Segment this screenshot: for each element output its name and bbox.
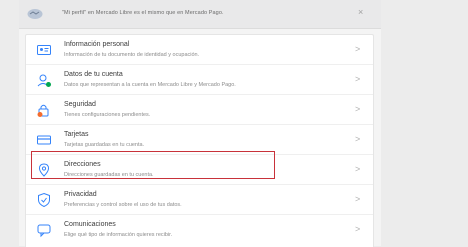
chat-bubble-icon: [37, 224, 51, 238]
profile-menu-card: Información personal Información de tu d…: [25, 34, 374, 247]
shield-icon: [38, 192, 50, 208]
chevron-right-icon: >: [355, 134, 361, 144]
menu-item-title: Tarjetas: [64, 131, 89, 138]
lock-icon: [37, 104, 49, 117]
menu-item-comunicaciones[interactable]: Comunicaciones Elige qué tipo de informa…: [26, 215, 373, 245]
direcciones-highlight-box: [31, 151, 275, 179]
chevron-right-icon: >: [355, 74, 361, 84]
account-data-icon: [37, 74, 51, 87]
banner-text: "Mi perfil" en Mercado Libre es el mismo…: [62, 10, 224, 16]
profile-notice-banner: "Mi perfil" en Mercado Libre es el mismo…: [19, 0, 381, 29]
credit-card-icon: [37, 135, 51, 145]
menu-item-informacion-personal[interactable]: Información personal Información de tu d…: [26, 35, 373, 65]
menu-item-datos-de-tu-cuenta[interactable]: Datos de tu cuenta Datos que representan…: [26, 65, 373, 95]
chevron-right-icon: >: [355, 224, 361, 234]
menu-item-description: Preferencias y control sobre el uso de t…: [64, 202, 182, 208]
chevron-right-icon: >: [355, 104, 361, 114]
menu-item-description: Elige qué tipo de información quieres re…: [64, 232, 173, 238]
mercadolibre-handshake-icon: [27, 9, 43, 19]
menu-item-title: Información personal: [64, 41, 130, 48]
chevron-right-icon: >: [355, 164, 361, 174]
id-card-icon: [37, 45, 51, 55]
close-icon[interactable]: ×: [358, 7, 363, 17]
menu-item-description: Información de tu documento de identidad…: [64, 52, 200, 58]
chevron-right-icon: >: [355, 44, 361, 54]
menu-item-title: Privacidad: [64, 191, 97, 198]
chevron-right-icon: >: [355, 194, 361, 204]
menu-item-seguridad[interactable]: Seguridad Tienes configuraciones pendien…: [26, 95, 373, 125]
menu-item-title: Seguridad: [64, 101, 96, 108]
profile-panel: "Mi perfil" en Mercado Libre es el mismo…: [19, 0, 381, 247]
menu-item-title: Comunicaciones: [64, 221, 116, 228]
menu-item-description: Tarjetas guardadas en tu cuenta.: [64, 142, 145, 148]
menu-item-title: Datos de tu cuenta: [64, 71, 123, 78]
menu-item-description: Tienes configuraciones pendientes.: [64, 112, 151, 118]
menu-item-privacidad[interactable]: Privacidad Preferencias y control sobre …: [26, 185, 373, 215]
menu-item-description: Datos que representan a la cuenta en Mer…: [64, 82, 236, 88]
